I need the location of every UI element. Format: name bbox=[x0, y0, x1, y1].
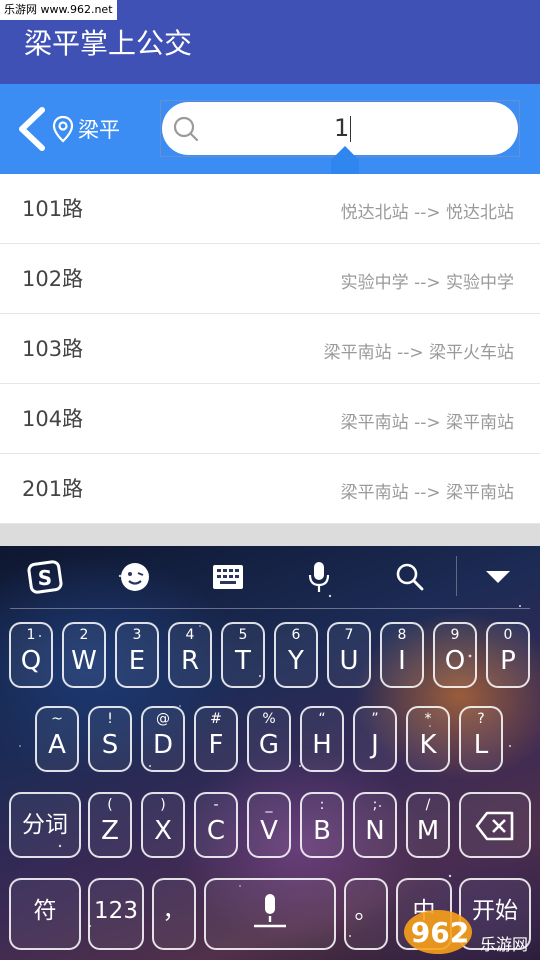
key-i[interactable]: 8I bbox=[380, 622, 424, 688]
search-icon[interactable] bbox=[392, 560, 428, 594]
watermark-badge: 962 乐游网 bbox=[404, 910, 528, 954]
route-name: 201路 bbox=[22, 477, 84, 501]
page-title: 梁平掌上公交 bbox=[24, 27, 193, 60]
key-d[interactable]: @ D bbox=[141, 706, 185, 772]
key-a[interactable]: ~ A bbox=[35, 706, 79, 772]
key-e[interactable]: 3E bbox=[115, 622, 159, 688]
key-123[interactable]: 123 bbox=[88, 878, 144, 950]
route-name: 104路 bbox=[22, 407, 84, 431]
city-label: 梁平 bbox=[78, 118, 120, 142]
watermark-top: 乐游网 www.962.net bbox=[0, 0, 117, 20]
route-list: 101路 悦达北站 --> 悦达北站 102路 实验中学 --> 实验中学 10… bbox=[0, 174, 540, 524]
sogou-logo-icon[interactable]: S bbox=[27, 560, 63, 594]
back-arrow-icon bbox=[19, 107, 45, 151]
key-r[interactable]: 4R bbox=[168, 622, 212, 688]
route-list-item[interactable]: 103路 梁平南站 --> 梁平火车站 bbox=[0, 314, 540, 384]
search-input-value: 1 bbox=[334, 114, 352, 142]
route-list-item[interactable]: 102路 实验中学 --> 实验中学 bbox=[0, 244, 540, 314]
route-list-item[interactable]: 201路 梁平南站 --> 梁平南站 bbox=[0, 454, 540, 524]
watermark-badge-label: 乐游网 bbox=[480, 935, 528, 954]
list-bottom-divider bbox=[0, 524, 540, 546]
key-t[interactable]: 5T bbox=[221, 622, 265, 688]
key-h[interactable]: “H bbox=[300, 706, 344, 772]
key-w[interactable]: 2W bbox=[62, 622, 106, 688]
soft-keyboard: S 1 Q 2 W 3 E 4 R 5 T 6 Y 7 U 8 I 9 O 0 … bbox=[0, 546, 540, 960]
key-k[interactable]: * K bbox=[406, 706, 450, 772]
key-l[interactable]: ? L bbox=[459, 706, 503, 772]
toolbar-separator bbox=[456, 556, 457, 596]
key-period[interactable]: 。 bbox=[344, 878, 388, 950]
keyboard-icon[interactable] bbox=[210, 560, 246, 594]
key-g[interactable]: % G bbox=[247, 706, 291, 772]
key-p[interactable]: 0P bbox=[486, 622, 530, 688]
toolbar-divider bbox=[10, 608, 530, 609]
key-y[interactable]: 6Y bbox=[274, 622, 318, 688]
key-n[interactable]: ; N bbox=[353, 792, 397, 858]
key-backspace[interactable] bbox=[459, 792, 531, 858]
key-q[interactable]: 1Q bbox=[9, 622, 53, 688]
backspace-icon bbox=[475, 811, 514, 841]
location-pin-icon bbox=[52, 115, 74, 143]
microphone-icon[interactable] bbox=[301, 560, 337, 594]
route-terminals: 梁平南站 --> 梁平南站 bbox=[340, 483, 514, 503]
collapse-icon[interactable] bbox=[480, 560, 516, 594]
route-terminals: 悦达北站 --> 悦达北站 bbox=[340, 203, 514, 223]
city-selector[interactable]: 梁平 bbox=[52, 112, 120, 146]
route-name: 103路 bbox=[22, 337, 84, 361]
route-terminals: 梁平南站 --> 梁平南站 bbox=[340, 413, 514, 433]
back-button[interactable] bbox=[14, 106, 50, 152]
key-s[interactable]: ! S bbox=[88, 706, 132, 772]
emoji-icon[interactable] bbox=[117, 560, 153, 594]
watermark-badge-number: 962 bbox=[411, 916, 469, 949]
key-symbols[interactable]: 符 bbox=[9, 878, 81, 950]
key-o[interactable]: 9O bbox=[433, 622, 477, 688]
microphone-icon bbox=[254, 894, 286, 928]
route-list-item[interactable]: 101路 悦达北站 --> 悦达北站 bbox=[0, 174, 540, 244]
route-name: 102路 bbox=[22, 267, 84, 291]
route-terminals: 梁平南站 --> 梁平火车站 bbox=[323, 343, 514, 363]
key-u[interactable]: 7U bbox=[327, 622, 371, 688]
key-x[interactable]: ) X bbox=[141, 792, 185, 858]
key-m[interactable]: / M bbox=[406, 792, 450, 858]
key-z[interactable]: (Z bbox=[88, 792, 132, 858]
route-terminals: 实验中学 --> 实验中学 bbox=[340, 273, 514, 293]
key-f[interactable]: # F bbox=[194, 706, 238, 772]
key-c[interactable]: -C bbox=[194, 792, 238, 858]
svg-text:S: S bbox=[38, 566, 52, 590]
key-b[interactable]: :B bbox=[300, 792, 344, 858]
search-icon bbox=[173, 116, 199, 142]
route-name: 101路 bbox=[22, 197, 84, 221]
key-space-voice[interactable] bbox=[204, 878, 336, 950]
keyboard-toolbar: S bbox=[0, 546, 540, 608]
key-comma[interactable]: ， bbox=[152, 878, 196, 950]
key-j[interactable]: ” J bbox=[353, 706, 397, 772]
route-list-item[interactable]: 104路 梁平南站 --> 梁平南站 bbox=[0, 384, 540, 454]
key-fenci[interactable]: 分词 bbox=[9, 792, 81, 858]
search-bar: 梁平 1 bbox=[0, 84, 540, 184]
key-v[interactable]: _ V bbox=[247, 792, 291, 858]
